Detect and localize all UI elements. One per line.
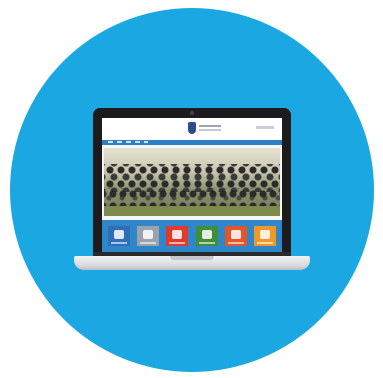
tile-icon-6 [259,230,270,239]
tile-caption [169,242,186,244]
service-tiles [108,226,276,246]
camera-dot-icon [190,111,194,115]
laptop-lid [93,108,291,256]
base-notch [170,256,214,260]
tile-caption [227,242,244,244]
website-header [102,118,282,140]
crowd-row-front [104,188,280,208]
service-tile[interactable] [253,226,276,246]
nav-items [108,141,148,143]
tile-icon-5 [230,230,241,239]
tile-caption [111,242,127,244]
service-tile[interactable] [108,226,130,246]
hero-photo [104,148,280,216]
emblem-icon [188,122,196,134]
header-links [256,126,274,129]
tile-icon-3 [172,230,183,239]
laptop-screen [102,118,282,252]
service-tile[interactable] [195,226,218,246]
tile-icon-1 [114,230,124,239]
tile-icon-2 [143,230,154,239]
site-logo-text [199,125,221,127]
service-tile[interactable] [137,226,160,246]
tile-caption [198,242,215,244]
website-nav-bar [102,140,282,145]
tile-caption [140,242,157,244]
ground [104,206,280,216]
tile-icon-4 [201,230,212,239]
service-tile-band [102,220,282,252]
service-tile[interactable] [224,226,247,246]
laptop-base [74,256,310,270]
tile-caption [256,242,273,244]
illustration [0,0,383,378]
service-tile[interactable] [166,226,189,246]
